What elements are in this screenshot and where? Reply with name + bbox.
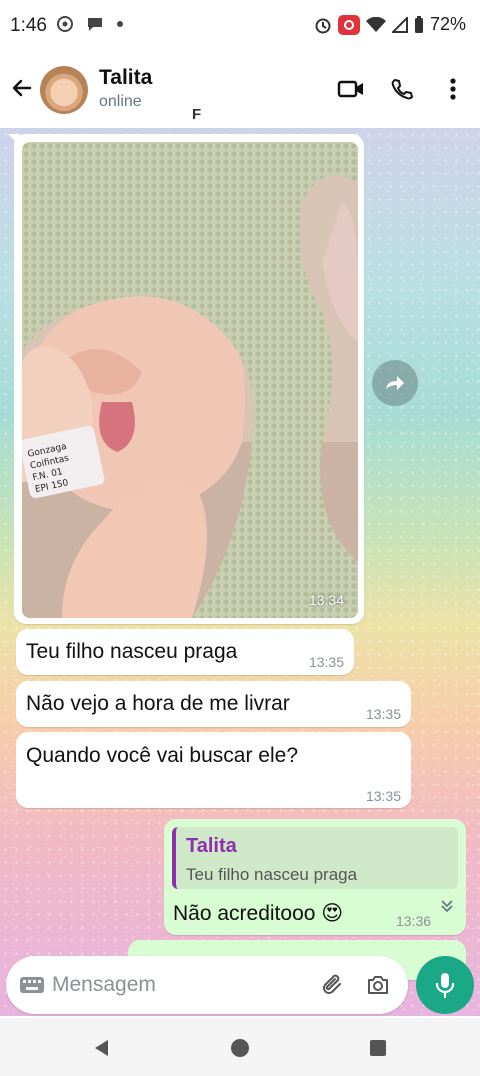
message-input[interactable]	[52, 966, 312, 1004]
arrow-left-icon	[12, 79, 32, 97]
typing-glyph: F	[192, 106, 202, 123]
camera-icon	[368, 976, 388, 994]
contact-avatar[interactable]	[40, 66, 88, 114]
radar-icon	[57, 16, 73, 32]
chat-area[interactable]: Gonzaga Coifintas F.N. 01 EPI 150 13:34 …	[0, 128, 480, 1016]
back-button[interactable]	[8, 74, 36, 102]
forward-button[interactable]	[372, 360, 418, 406]
circle-home-icon	[231, 1039, 249, 1057]
message-text: Quando você vai buscar ele?	[26, 744, 299, 767]
keyboard-toggle-button[interactable]	[18, 971, 46, 999]
newborn-photo[interactable]: Gonzaga Coifintas F.N. 01 EPI 150 13:34	[22, 142, 358, 618]
voice-record-button[interactable]	[416, 956, 474, 1014]
more-vertical-icon	[450, 78, 456, 100]
message-text: Não acreditooo 😍	[173, 902, 344, 925]
battery-percent: 72%	[429, 14, 466, 34]
signal-icon	[391, 16, 408, 33]
message-time: 13:35	[308, 654, 344, 670]
triangle-back-icon	[95, 1040, 108, 1056]
voice-call-button[interactable]	[387, 74, 417, 104]
chat-header: Talita online F	[0, 52, 480, 128]
nav-back-button[interactable]	[90, 1036, 114, 1060]
message-bubble[interactable]: Não vejo a hora de me livrar 13:35	[16, 681, 411, 727]
message-time: 13:36	[396, 913, 432, 929]
wifi-icon	[365, 16, 386, 32]
camera-button[interactable]	[364, 971, 392, 999]
attach-button[interactable]	[318, 971, 346, 999]
double-chevron-down-icon	[441, 900, 453, 913]
more-options-button[interactable]	[438, 74, 468, 104]
nav-recents-button[interactable]	[366, 1036, 390, 1060]
status-bar: 1:46 72%	[0, 0, 480, 52]
message-text: Teu filho nasceu praga	[26, 640, 238, 663]
message-bubble[interactable]: Quando você vai buscar ele? 13:35	[16, 732, 411, 808]
square-recents-icon	[370, 1040, 386, 1056]
status-notification-icons	[56, 15, 124, 33]
microphone-icon	[435, 973, 455, 998]
alarm-icon	[315, 18, 331, 33]
contact-name[interactable]: Talita	[99, 66, 152, 90]
message-time: 13:35	[365, 788, 401, 804]
contact-status: online	[99, 93, 142, 110]
video-call-button[interactable]	[336, 74, 366, 104]
quoted-message[interactable]: Talita Teu filho nasceu praga	[172, 827, 458, 889]
message-text: Não vejo a hora de me livrar	[26, 692, 290, 715]
outgoing-reply-message[interactable]: Talita Teu filho nasceu praga Não acredi…	[164, 819, 466, 935]
quote-text: Teu filho nasceu praga	[186, 865, 358, 884]
screen-record-icon	[337, 14, 360, 35]
message-time: 13:34	[308, 592, 344, 608]
nav-home-button[interactable]	[228, 1036, 252, 1060]
battery-icon	[414, 15, 423, 33]
video-camera-icon	[337, 80, 363, 98]
keyboard-icon	[20, 977, 44, 993]
newborn-photo-illustration: Gonzaga Coifintas F.N. 01 EPI 150	[22, 142, 358, 618]
status-system-icons: 72%	[314, 14, 466, 35]
scroll-to-bottom-button[interactable]	[434, 893, 460, 919]
paperclip-icon	[323, 974, 341, 994]
forward-icon	[386, 376, 404, 390]
message-composer	[6, 956, 408, 1014]
chat-bubble-icon	[88, 18, 102, 31]
status-time: 1:46	[10, 15, 47, 36]
image-message[interactable]: Gonzaga Coifintas F.N. 01 EPI 150 13:34	[8, 134, 364, 624]
phone-icon	[391, 79, 413, 100]
dot-icon	[117, 21, 123, 27]
message-time: 13:35	[365, 706, 401, 722]
system-navigation-bar	[0, 1018, 480, 1076]
quote-author: Talita	[186, 835, 237, 857]
message-bubble[interactable]: Teu filho nasceu praga 13:35	[16, 629, 354, 675]
